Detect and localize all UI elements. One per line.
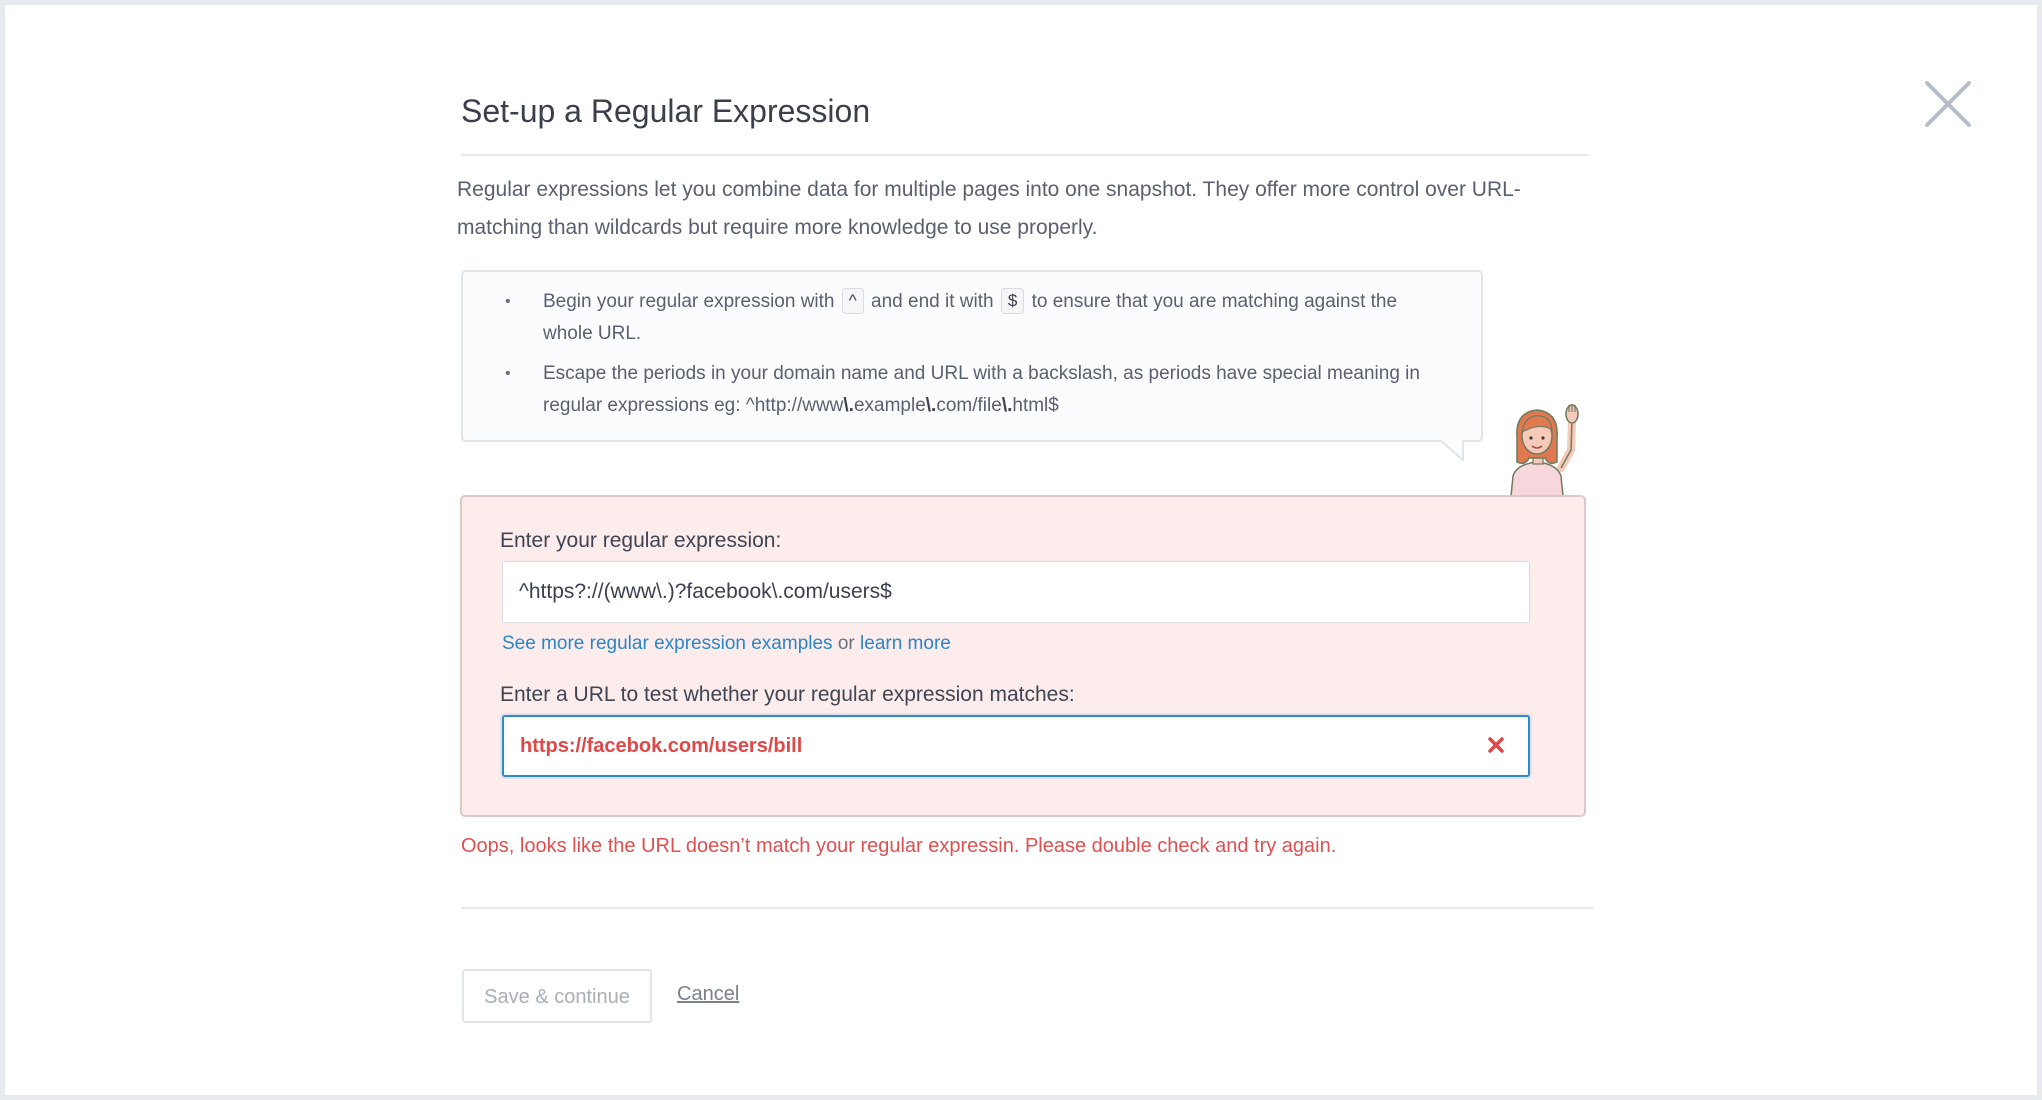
url-test-label: Enter a URL to test whether your regular… xyxy=(500,683,1075,706)
dialog-title: Set-up a Regular Expression xyxy=(461,93,871,129)
tip-anchors: • Begin your regular expression with ^ a… xyxy=(505,286,1443,350)
dollar-code: $ xyxy=(1000,288,1025,314)
regex-examples-link[interactable]: See more regular expression examples xyxy=(502,633,833,654)
url-test-value: https://facebok.com/users/bill xyxy=(520,735,803,757)
learn-more-link[interactable]: learn more xyxy=(860,633,951,654)
caret-code: ^ xyxy=(841,288,864,314)
regex-test-panel: Enter your regular expression: ^https?:/… xyxy=(460,495,1586,817)
error-message: Oops, looks like the URL doesn’t match y… xyxy=(461,835,1337,857)
speech-bubble-tail xyxy=(1441,440,1464,462)
bullet-icon: • xyxy=(505,365,511,382)
close-icon[interactable] xyxy=(1923,79,1973,129)
title-divider xyxy=(461,154,1589,156)
or-text: or xyxy=(837,633,855,654)
regex-input[interactable]: ^https?://(www\.)?facebook\.com/users$ xyxy=(502,561,1530,623)
tip-escape-periods: • Escape the periods in your domain name… xyxy=(505,358,1443,422)
escape-sequence: \. xyxy=(925,395,937,416)
save-continue-button[interactable]: Save & continue xyxy=(462,969,652,1023)
cancel-link[interactable]: Cancel xyxy=(677,983,739,1006)
tips-box: • Begin your regular expression with ^ a… xyxy=(461,270,1483,442)
tip-text: Begin your regular expression with xyxy=(543,291,835,312)
bullet-icon: • xyxy=(505,293,511,310)
url-test-input[interactable]: https://facebok.com/users/bill xyxy=(502,715,1530,777)
escape-sequence: \. xyxy=(843,395,854,416)
modal-frame: Set-up a Regular Expression Regular expr… xyxy=(0,0,2042,1100)
tip-text: com/file xyxy=(936,395,1002,416)
regex-label: Enter your regular expression: xyxy=(500,529,782,552)
footer-divider xyxy=(461,907,1593,909)
help-links: See more regular expression examples or … xyxy=(502,633,951,655)
tip-text: and end it with xyxy=(871,291,994,312)
tip-text: example xyxy=(853,395,926,416)
escape-sequence: \. xyxy=(1001,395,1013,416)
waving-woman-illustration xyxy=(1510,404,1579,496)
tip-text: html$ xyxy=(1012,395,1059,416)
intro-text: Regular expressions let you combine data… xyxy=(457,178,1521,239)
clear-icon[interactable] xyxy=(1486,735,1506,755)
